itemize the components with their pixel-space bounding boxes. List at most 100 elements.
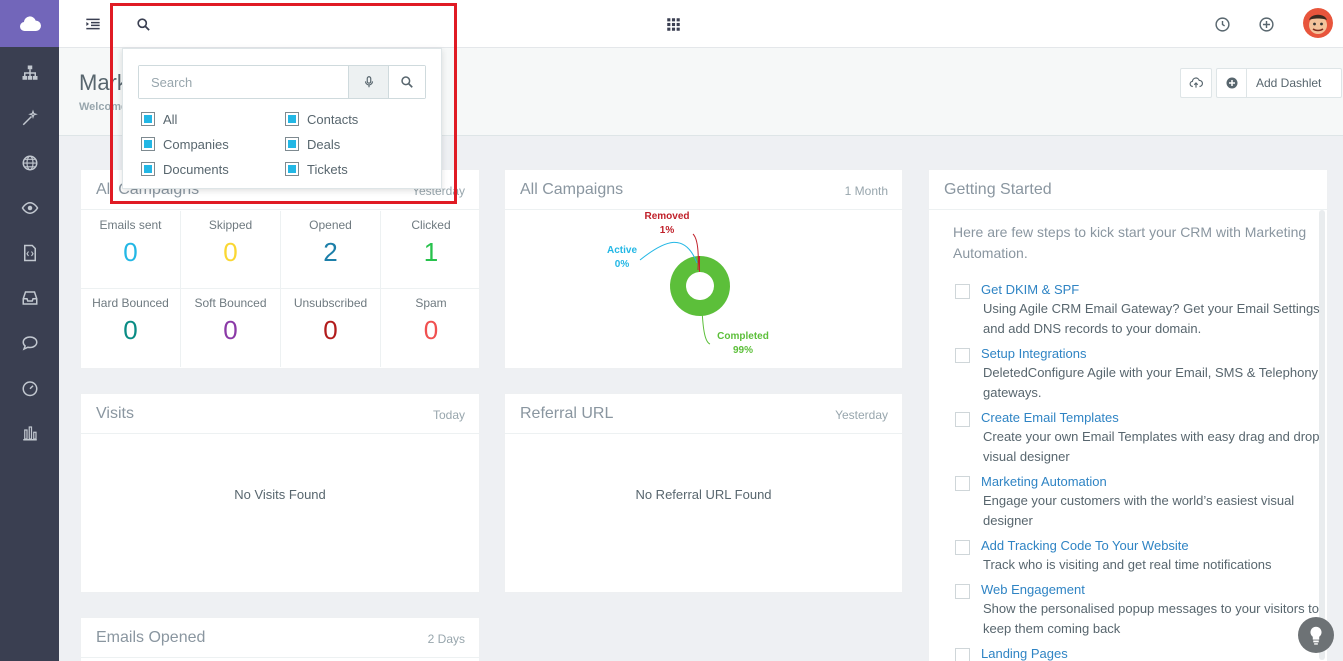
checklist-link[interactable]: Setup Integrations	[981, 346, 1087, 361]
sidebar-item-web[interactable]	[0, 140, 59, 185]
getting-started-panel: Getting Started Here are few steps to ki…	[928, 169, 1328, 661]
backup-button[interactable]	[1180, 68, 1212, 98]
stat-label: Opened	[309, 218, 352, 232]
slice-label-completed: Completed	[717, 331, 769, 342]
filter-label: Contacts	[307, 111, 359, 127]
checklist-link[interactable]: Create Email Templates	[981, 410, 1119, 425]
empty-message: No Referral URL Found	[635, 487, 772, 502]
search-toggle-button[interactable]	[132, 13, 154, 35]
chat-icon	[21, 335, 38, 350]
search-filter-documents[interactable]: Documents	[141, 161, 229, 177]
voice-search-button[interactable]	[348, 66, 388, 98]
checklist-link[interactable]: Landing Pages	[981, 646, 1068, 661]
plus-circle-icon	[1258, 16, 1274, 32]
stat-unsubscribed[interactable]: Unsubscribed 0	[281, 289, 381, 367]
filter-label: Companies	[163, 136, 229, 152]
sidebar-item-visitors[interactable]	[0, 185, 59, 230]
checklist-checkbox[interactable]	[955, 648, 970, 661]
avatar[interactable]	[1303, 8, 1333, 38]
plus-circle-icon	[1217, 69, 1247, 97]
search-filter-deals[interactable]: Deals	[285, 136, 340, 152]
getting-started-intro: Here are few steps to kick start your CR…	[953, 224, 1307, 261]
campaign-donut-chart: Completed 99% Active 0% Removed 1%	[607, 211, 769, 356]
filter-label: Deals	[307, 136, 341, 152]
sidebar-item-code[interactable]	[0, 230, 59, 275]
checkbox[interactable]	[285, 112, 299, 126]
checkbox[interactable]	[141, 137, 155, 151]
stat-emails-sent[interactable]: Emails sent 0	[81, 211, 181, 289]
sidebar-item-inbox[interactable]	[0, 275, 59, 320]
checklist-description: DeletedConfigure Agile with your Email, …	[983, 365, 1319, 400]
checklist-link[interactable]: Marketing Automation	[981, 474, 1107, 489]
panel-header: Emails Opened 2 Days	[81, 618, 479, 658]
stat-label: Skipped	[208, 218, 253, 232]
stat-spam[interactable]: Spam 0	[381, 289, 481, 367]
checkbox[interactable]	[285, 162, 299, 176]
empty-message: No Visits Found	[234, 487, 326, 502]
search-filter-companies[interactable]: Companies	[141, 136, 229, 152]
panel-header: All Campaigns 1 Month	[505, 170, 902, 210]
search-input-group	[138, 65, 426, 99]
recent-activity-button[interactable]	[1211, 13, 1233, 35]
stat-label: Unsubscribed	[293, 296, 368, 310]
quick-add-button[interactable]	[1255, 13, 1277, 35]
search-submit-button[interactable]	[388, 66, 425, 98]
sidebar-item-reports[interactable]	[0, 410, 59, 455]
checklist-link[interactable]: Add Tracking Code To Your Website	[981, 538, 1189, 553]
stat-label: Soft Bounced	[194, 296, 267, 310]
slice-label-removed: Removed	[644, 211, 689, 222]
panel-header: Getting Started	[929, 170, 1327, 210]
stat-value: 0	[223, 315, 238, 345]
stat-hard-bounced[interactable]: Hard Bounced 0	[81, 289, 181, 367]
sidebar-item-chat[interactable]	[0, 320, 59, 365]
apps-button[interactable]	[662, 13, 684, 35]
panel-title: Getting Started	[944, 181, 1052, 198]
search-filter-all[interactable]: All	[141, 111, 177, 127]
stat-soft-bounced[interactable]: Soft Bounced 0	[181, 289, 281, 367]
add-dashlet-button[interactable]: Add Dashlet	[1216, 68, 1342, 98]
lightbulb-icon	[1310, 626, 1322, 645]
stat-opened[interactable]: Opened 2	[281, 211, 381, 289]
panel-header: Referral URL Yesterday	[505, 394, 902, 434]
checklist-link[interactable]: Get DKIM & SPF	[981, 282, 1079, 297]
checkbox[interactable]	[141, 112, 155, 126]
filter-label: Documents	[163, 161, 229, 177]
checklist-link[interactable]: Web Engagement	[981, 582, 1085, 597]
sidebar-item-dashboard[interactable]	[0, 365, 59, 410]
sidebar-item-contacts[interactable]	[0, 50, 59, 95]
checklist-checkbox[interactable]	[955, 584, 970, 599]
checklist-description: Track who is visiting and get real time …	[983, 557, 1272, 572]
checkbox[interactable]	[141, 162, 155, 176]
stat-value: 0	[423, 315, 439, 345]
search-filter-tickets[interactable]: Tickets	[285, 161, 348, 177]
code-file-icon	[23, 244, 36, 261]
sitemap-icon	[22, 65, 37, 80]
checklist-checkbox[interactable]	[955, 540, 970, 555]
sidebar-item-automation[interactable]	[0, 95, 59, 140]
checklist-description: Engage your customers with the world’s e…	[983, 493, 1295, 528]
panel-range[interactable]: Today	[433, 408, 465, 422]
panel-range[interactable]: 1 Month	[845, 184, 888, 198]
panel-title: Emails Opened	[96, 629, 206, 646]
panel-title: All Campaigns	[520, 181, 624, 198]
inbox-icon	[22, 290, 37, 305]
checkbox[interactable]	[285, 137, 299, 151]
panel-range[interactable]: Yesterday	[835, 408, 888, 422]
stat-clicked[interactable]: Clicked 1	[381, 211, 481, 289]
checklist-checkbox[interactable]	[955, 348, 970, 363]
checklist-checkbox[interactable]	[955, 476, 970, 491]
stat-skipped[interactable]: Skipped 0	[181, 211, 281, 289]
referral-panel: Referral URL Yesterday No Referral URL F…	[504, 393, 903, 593]
checklist-checkbox[interactable]	[955, 412, 970, 427]
panel-range[interactable]: 2 Days	[428, 632, 465, 646]
help-button[interactable]	[1298, 617, 1334, 653]
search-filter-contacts[interactable]: Contacts	[285, 111, 358, 127]
app-logo[interactable]	[0, 0, 59, 47]
apps-grid-icon	[666, 17, 680, 31]
menu-toggle-button[interactable]	[82, 13, 104, 35]
checklist-checkbox[interactable]	[955, 284, 970, 299]
bar-chart-icon	[22, 425, 37, 440]
panel-header: Visits Today	[81, 394, 479, 434]
search-input[interactable]	[139, 66, 348, 98]
clock-icon	[1214, 16, 1230, 32]
